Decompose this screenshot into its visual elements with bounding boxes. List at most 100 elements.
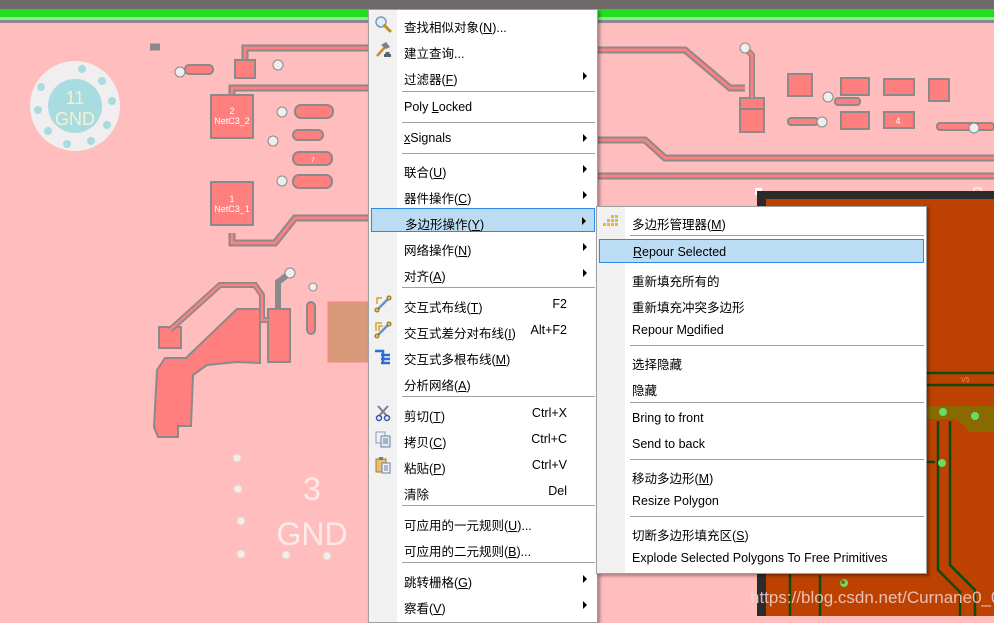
label-text: 对齐( (404, 270, 434, 284)
menu-item-t[interactable]: 交互式布线(T) F2 (371, 292, 595, 316)
menu-item-xsignals[interactable]: xSignals (371, 126, 595, 150)
menu-item-n5[interactable]: 选择隐藏 (599, 349, 924, 373)
label-suffix: ) (506, 353, 511, 367)
polygon-manager-icon (602, 212, 620, 230)
mount-hole-11[interactable]: 11 GND (30, 61, 120, 151)
label-suffix: )... (516, 545, 532, 559)
watermark: https://blog.csdn.net/Curnane0_0 (750, 588, 994, 607)
menu-item-n[interactable]: 网络操作(N) (371, 235, 595, 259)
menu-item-label: 可应用的一元规则(U)... (404, 515, 532, 534)
label-text: 隐藏 (632, 384, 658, 398)
submenu-arrow-icon (583, 243, 587, 251)
accelerator-key: R (633, 245, 643, 259)
label-suffix: )... (492, 21, 507, 35)
menu-item-c[interactable]: 器件操作(C) (371, 183, 595, 207)
submenu-arrow-icon (583, 575, 587, 583)
menu-item-n1[interactable]: 建立查询... (371, 38, 595, 62)
accelerator-key: U (508, 519, 518, 533)
hammer-icon (374, 41, 392, 59)
menu-item-s[interactable]: 切断多边形填充区(S) (599, 520, 924, 544)
menu-item-u[interactable]: 可应用的一元规则(U)... (371, 510, 595, 534)
menu-item-label: 交互式差分对布线(I) (404, 323, 516, 342)
menu-separator (402, 91, 595, 92)
menu-item-explode-selected-polygons-to-free-primitives[interactable]: Explode Selected Polygons To Free Primit… (599, 546, 924, 570)
menu-item-p[interactable]: 粘贴(P) Ctrl+V (371, 453, 595, 477)
menu-item-repour-selected[interactable]: Repour Selected (599, 239, 924, 263)
menu-item-a[interactable]: 分析网络(A) (371, 370, 595, 394)
menu-item-label: 察看(V) (404, 598, 446, 617)
menu-item-y[interactable]: 多边形操作(Y) (371, 208, 595, 232)
menu-item-repour-modified[interactable]: Repour Modified (599, 318, 924, 342)
label-text: 重新填充冲突多边形 (632, 301, 745, 315)
submenu-arrow-icon (582, 217, 586, 225)
menu-item-f[interactable]: 过滤器(F) (371, 64, 595, 88)
label-text: Repour M (632, 323, 687, 337)
menu-item-label: 器件操作(C) (404, 188, 471, 207)
menu-item-bring-to-front[interactable]: Bring to front (599, 406, 924, 430)
menu-item-n3[interactable]: 重新填充冲突多边形 (599, 292, 924, 316)
submenu-arrow-icon (583, 72, 587, 80)
menu-item-label: 清除 (404, 484, 429, 503)
pad-netc12 (327, 301, 369, 363)
accelerator-key: L (431, 100, 439, 114)
menu-item-label: Explode Selected Polygons To Free Primit… (632, 551, 887, 565)
menu-item-n[interactable]: 查找相似对象(N)... (371, 12, 595, 36)
menu-separator (402, 122, 595, 123)
label-text: 选择隐藏 (632, 358, 683, 372)
menu-separator (402, 562, 595, 563)
menu-item-n6[interactable]: 隐藏 (599, 375, 924, 399)
menu-item-u[interactable]: 联合(U) (371, 157, 595, 181)
menu-item-g[interactable]: 跳转栅格(G) (371, 567, 595, 591)
label-suffix: ) (467, 244, 472, 258)
menu-separator (630, 459, 924, 460)
shortcut-key: F2 (552, 297, 567, 311)
menu-item-label: 选择隐藏 (632, 354, 682, 373)
menu-item-poly-locked[interactable]: Poly Locked (371, 95, 595, 119)
menu-item-v[interactable]: 察看(V) (371, 593, 595, 617)
label-text: 建立查询... (404, 47, 465, 61)
menu-item-m[interactable]: 移动多边形(M) (599, 463, 924, 487)
menu-item-m[interactable]: 多边形管理器(M) (599, 209, 924, 233)
menu-item-send-to-back[interactable]: Send to back (599, 432, 924, 456)
label-text: 重新填充所有的 (632, 275, 720, 289)
menu-item-label: 多边形操作(Y) (405, 214, 484, 233)
menu-item-i[interactable]: 交互式差分对布线(I) Alt+F2 (371, 318, 595, 342)
menu-item-label: 粘贴(P) (404, 458, 446, 477)
pad-number: 1 (229, 194, 234, 204)
menu-item-label: 剪切(T) (404, 406, 445, 425)
accelerator-key: C (433, 436, 443, 450)
menu-item-a[interactable]: 对齐(A) (371, 261, 595, 285)
menu-separator (630, 402, 924, 403)
menu-item-c[interactable]: 拷贝(C) Ctrl+C (371, 427, 595, 451)
trace-label: V5 (961, 377, 970, 384)
menu-item-label: Repour Selected (633, 245, 726, 259)
label-suffix: ) (480, 218, 485, 232)
label-suffix: ) (441, 462, 446, 476)
menu-separator (402, 396, 595, 397)
accelerator-key: B (508, 545, 517, 559)
menu-item-label: 跳转栅格(G) (404, 572, 472, 591)
menu-item-label: 查找相似对象(N)... (404, 17, 507, 36)
accelerator-key: T (433, 410, 441, 424)
menu-item-n17[interactable]: 清除 Del (371, 479, 595, 503)
pad-number: 7 (311, 157, 315, 164)
menu-item-t[interactable]: 剪切(T) Ctrl+X (371, 401, 595, 425)
label-text: 交互式布线( (404, 301, 471, 315)
scissors-icon (374, 404, 392, 422)
accelerator-key: V (433, 602, 442, 616)
submenu-arrow-icon (583, 165, 587, 173)
menu-item-m[interactable]: 交互式多根布线(M) (371, 344, 595, 368)
context-menu: 查找相似对象(N)... 建立查询... 过滤器(F) Poly Locked xSig… (368, 9, 598, 623)
mount-hole-net: GND (55, 109, 95, 129)
menu-item-label: Send to back (632, 437, 705, 451)
menu-item-label: 建立查询... (404, 43, 464, 62)
label-text: 网络操作( (404, 244, 459, 258)
menu-item-n2[interactable]: 重新填充所有的 (599, 266, 924, 290)
label-text: 过滤器( (404, 73, 446, 87)
mount-hole-3-number: 3 (303, 471, 321, 507)
menu-item-resize-polygon[interactable]: Resize Polygon (599, 489, 924, 513)
label-text: 粘贴( (404, 462, 434, 476)
menu-item-b[interactable]: 可应用的二元规则(B)... (371, 536, 595, 560)
menu-item-label: 隐藏 (632, 380, 657, 399)
menu-separator (630, 235, 924, 236)
